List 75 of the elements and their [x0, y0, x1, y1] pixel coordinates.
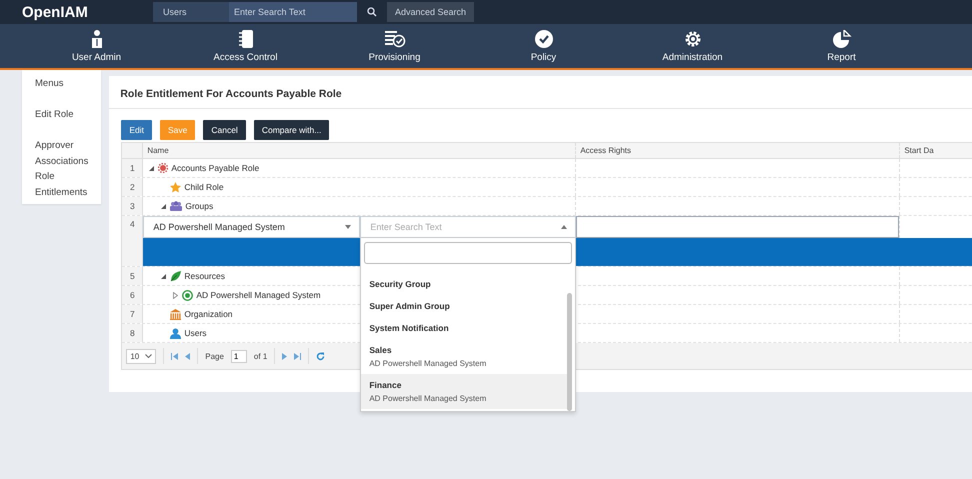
search-scope-dropdown[interactable]: Users [153, 2, 229, 22]
search-icon[interactable] [367, 7, 377, 17]
tree-node-label[interactable]: Resources [184, 271, 225, 281]
person-icon [90, 30, 102, 48]
tree-node-label[interactable]: Users [184, 328, 207, 338]
nav-tab[interactable]: Report [767, 24, 916, 68]
user-icon [170, 328, 182, 338]
dropdown-option[interactable]: System Notification [361, 317, 568, 339]
row-number: 6 [130, 290, 135, 300]
page-total: of 1 [254, 352, 268, 360]
building-icon [170, 308, 182, 320]
notebook-icon [238, 30, 254, 48]
expanded-triangle-icon[interactable] [149, 166, 154, 170]
collapsed-triangle-icon[interactable] [173, 292, 178, 298]
advanced-search-button[interactable]: Advanced Search [387, 2, 474, 22]
nav-tab[interactable]: Policy [469, 24, 618, 68]
search-field[interactable]: Enter Search Text [229, 2, 357, 22]
check-circle-icon [534, 30, 552, 48]
toolbar-button[interactable]: Compare with... [254, 120, 330, 140]
logo: OpenIAM [22, 4, 89, 20]
pie-chart-icon [832, 30, 852, 48]
page-number-field[interactable]: 1 [230, 350, 247, 362]
row-number: 7 [130, 309, 135, 319]
checklist-icon [384, 30, 406, 48]
scrollbar-thumb[interactable] [567, 293, 572, 411]
nav-tab[interactable]: Administration [618, 24, 767, 68]
dropdown-option[interactable]: Finance AD Powershell Managed System [361, 374, 568, 409]
sidebar-item[interactable]: Edit Role [22, 107, 102, 138]
tree-node-label[interactable]: Organization [184, 309, 233, 319]
nav-tab[interactable]: User Admin [22, 24, 171, 68]
chevron-down-icon [145, 354, 152, 358]
expanded-triangle-icon[interactable] [161, 274, 166, 278]
dropdown-search-field[interactable] [364, 242, 572, 264]
column-header[interactable]: Start Da [900, 143, 972, 158]
sidebar-item[interactable]: Approver Associations [22, 138, 102, 169]
caret-icon [561, 225, 568, 229]
access-rights-field[interactable] [576, 216, 900, 238]
row-number: 2 [130, 182, 135, 192]
page-title: Role Entitlement For Accounts Payable Role [109, 76, 972, 109]
row-number: 1 [130, 163, 135, 173]
row-number: 5 [130, 271, 135, 281]
toolbar-button[interactable]: Cancel [203, 120, 246, 140]
target-icon [182, 290, 194, 300]
dropdown-option[interactable]: Super Admin Group [361, 295, 568, 317]
row-number: 8 [130, 328, 135, 338]
tree-node-label[interactable]: Child Role [184, 182, 224, 192]
page-size-dropdown[interactable]: 10 [126, 348, 156, 364]
caret-icon [345, 225, 352, 229]
first-page-icon[interactable] [171, 352, 178, 360]
column-header[interactable]: Name [143, 143, 576, 158]
tree-node-label[interactable]: AD Powershell Managed System [196, 290, 321, 300]
settings-icon [684, 30, 702, 48]
toolbar-button[interactable]: Edit [121, 120, 152, 140]
role-icon [158, 163, 168, 173]
page-label: Page [205, 352, 224, 360]
nav-tab[interactable]: Provisioning [320, 24, 469, 68]
leaf-icon [170, 270, 182, 282]
expanded-triangle-icon[interactable] [161, 204, 166, 208]
next-page-icon[interactable] [282, 352, 288, 360]
sidebar-item[interactable]: Menus [22, 76, 102, 107]
dropdown-option[interactable]: Security Group [361, 273, 568, 295]
previous-page-icon[interactable] [185, 352, 190, 360]
star-icon [170, 182, 182, 192]
column-header[interactable]: Access Rights [576, 143, 900, 158]
dropdown-option[interactable]: Sales AD Powershell Managed System [361, 339, 568, 374]
name-dropdown[interactable]: AD Powershell Managed System [143, 216, 360, 238]
tree-node-label[interactable]: Accounts Payable Role [171, 163, 260, 173]
nav-tab[interactable]: Access Control [171, 24, 320, 68]
sidebar-item[interactable]: Role Entitlements [22, 169, 102, 200]
tree-node-label[interactable]: Groups [185, 201, 214, 211]
group-icon [170, 201, 182, 211]
refresh-icon[interactable] [316, 352, 326, 360]
last-page-icon[interactable] [294, 352, 302, 360]
row-number: 3 [130, 201, 135, 211]
row-number: 4 [130, 219, 135, 229]
